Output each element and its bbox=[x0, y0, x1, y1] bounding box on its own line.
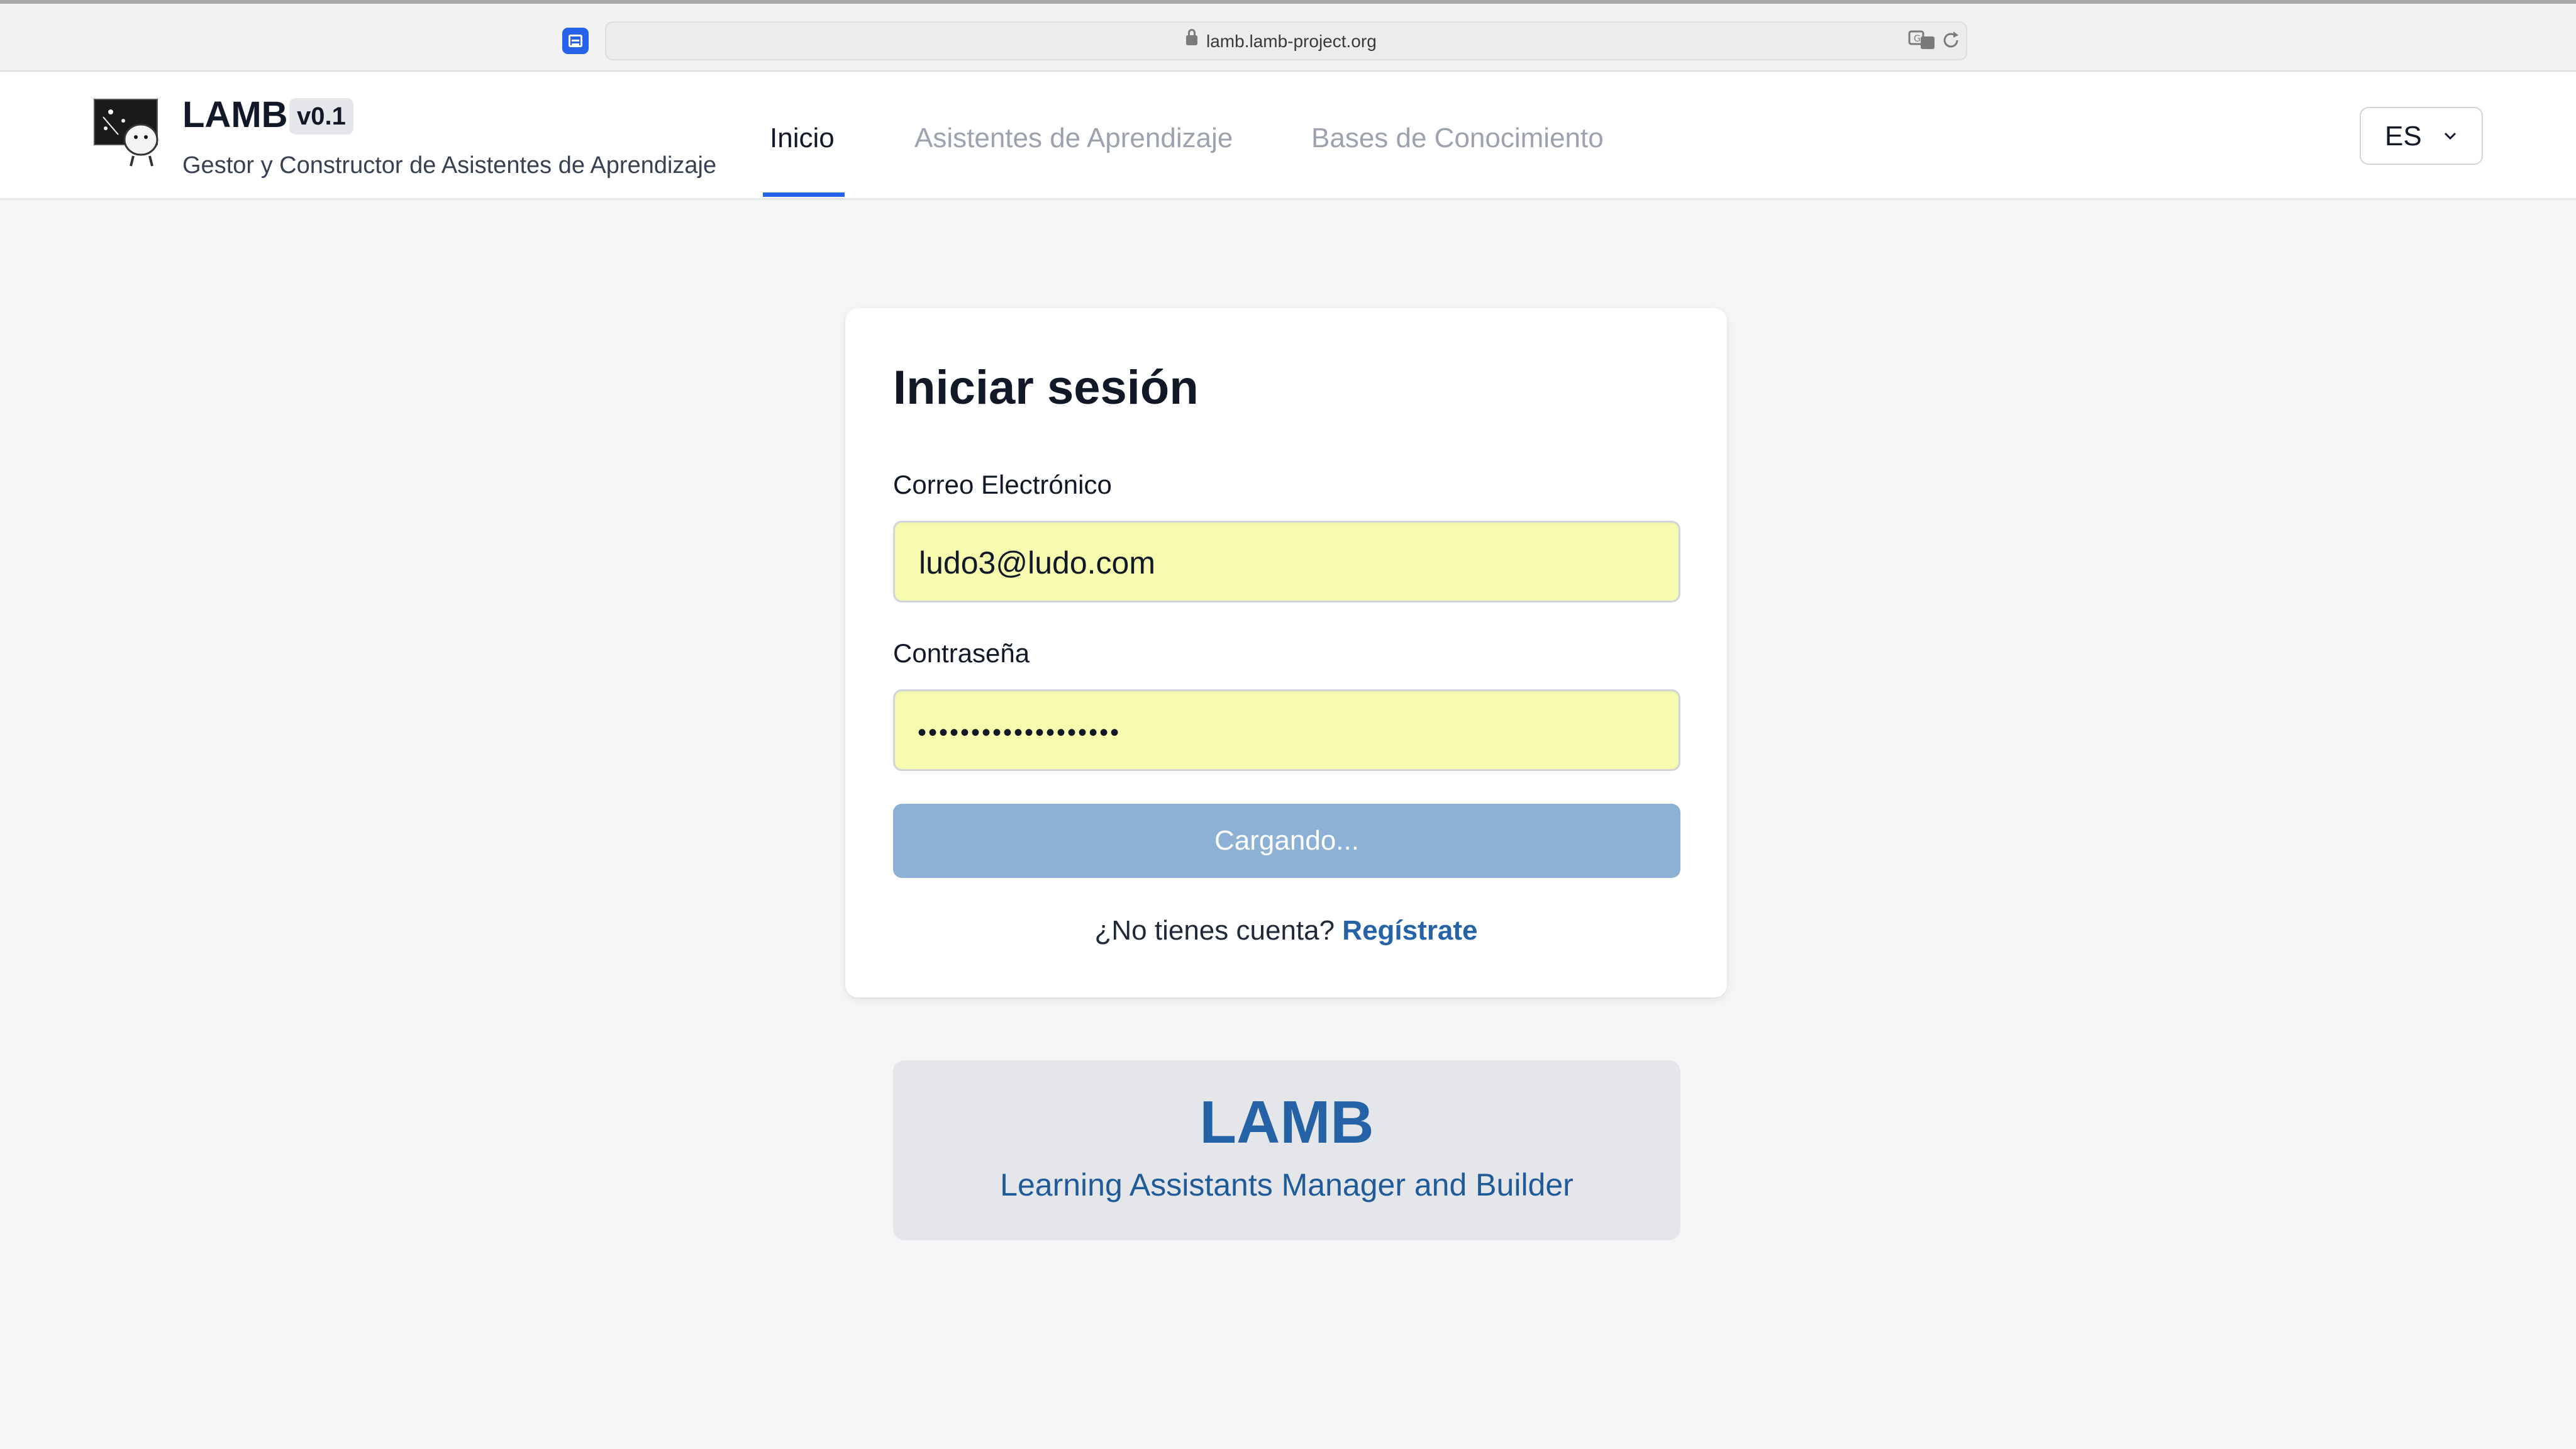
active-tab-indicator bbox=[763, 192, 845, 197]
browser-toolbar: lamb.lamb-project.org G bbox=[0, 0, 2576, 72]
login-card: Iniciar sesión Correo Electrónico ludo3@… bbox=[845, 308, 1727, 997]
login-title: Iniciar sesión bbox=[893, 361, 1199, 414]
svg-text:G: G bbox=[1914, 34, 1921, 44]
extension-icon[interactable] bbox=[562, 28, 589, 54]
language-select[interactable]: ES bbox=[2360, 107, 2483, 165]
app-header: LAMB v0.1 Gestor y Constructor de Asiste… bbox=[0, 72, 2576, 200]
tab-asistentes[interactable]: Asistentes de Aprendizaje bbox=[914, 119, 1233, 157]
password-field[interactable]: ••••••••••••••••••• bbox=[893, 689, 1680, 771]
app-subtitle: Gestor y Constructor de Asistentes de Ap… bbox=[182, 152, 717, 179]
brand-card: LAMB Learning Assistants Manager and Bui… bbox=[893, 1060, 1680, 1240]
tab-inicio[interactable]: Inicio bbox=[770, 119, 835, 157]
email-value: ludo3@ludo.com bbox=[919, 545, 1155, 580]
email-label: Correo Electrónico bbox=[893, 470, 1112, 499]
signup-row: ¿No tienes cuenta? Regístrate bbox=[845, 913, 1727, 948]
password-mask: ••••••••••••••••••• bbox=[918, 719, 1121, 747]
url-text[interactable]: lamb.lamb-project.org bbox=[1206, 29, 1377, 54]
brand-subtitle: Learning Assistants Manager and Builder bbox=[1000, 1167, 1574, 1202]
login-button[interactable]: Cargando... bbox=[893, 804, 1680, 878]
translate-icon[interactable]: G bbox=[1908, 29, 1936, 52]
language-label: ES bbox=[2385, 121, 2422, 152]
tab-bases[interactable]: Bases de Conocimiento bbox=[1311, 119, 1604, 157]
signup-prompt: ¿No tienes cuenta? bbox=[1094, 915, 1343, 946]
version-badge: v0.1 bbox=[289, 98, 353, 135]
email-field[interactable]: ludo3@ludo.com bbox=[893, 521, 1680, 602]
lamb-logo bbox=[94, 99, 158, 167]
reload-icon[interactable] bbox=[1940, 29, 1962, 52]
app-title: LAMB bbox=[182, 94, 288, 135]
password-label: Contraseña bbox=[893, 638, 1030, 668]
brand-title: LAMB bbox=[1199, 1089, 1374, 1156]
signup-link[interactable]: Regístrate bbox=[1342, 915, 1477, 946]
chevron-down-icon bbox=[2444, 132, 2457, 140]
lock-icon bbox=[1186, 29, 1197, 45]
